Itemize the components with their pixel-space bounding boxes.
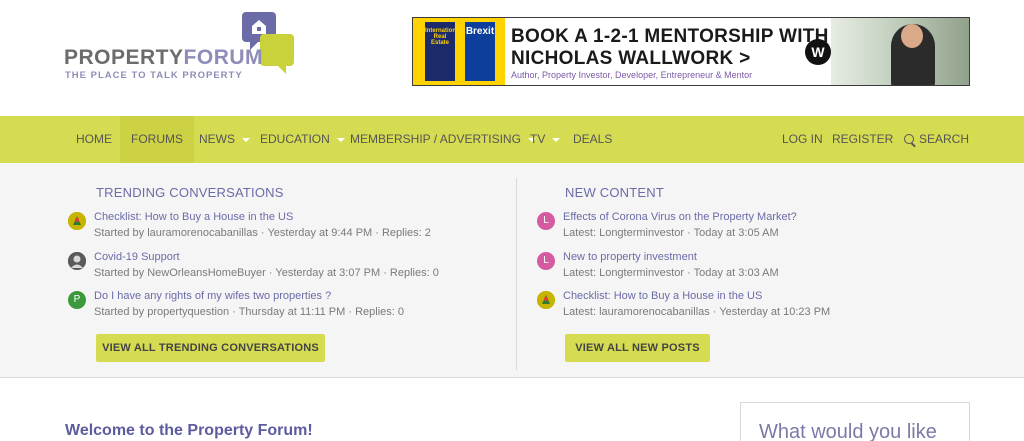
- banner-books-image: International Real Estate Brexit: [413, 18, 505, 85]
- banner-headline-2: NICHOLAS WALLWORK >: [511, 48, 751, 69]
- nav-education-label: EDUCATION: [260, 132, 330, 146]
- avatar[interactable]: P: [68, 291, 86, 309]
- mentorship-banner-ad[interactable]: International Real Estate Brexit BOOK A …: [412, 17, 970, 86]
- nav-home[interactable]: HOME: [76, 116, 112, 163]
- nav-search-label: SEARCH: [919, 132, 970, 146]
- chevron-down-icon[interactable]: [242, 137, 250, 142]
- banner-person-photo: [831, 18, 969, 85]
- avatar-image-icon: [68, 252, 86, 270]
- list-item: L Effects of Corona Virus on the Propert…: [537, 211, 957, 246]
- logo-wordmark: PROPERTYFORUM: [64, 46, 263, 70]
- thread-meta: Latest: Longterminvestor · Today at 3:03…: [563, 267, 779, 279]
- welcome-heading: Welcome to the Property Forum!: [65, 422, 313, 439]
- list-item: P Do I have any rights of my wifes two p…: [68, 290, 488, 325]
- view-all-new-posts-button[interactable]: VIEW ALL NEW POSTS: [565, 334, 710, 362]
- nav-membership-label: MEMBERSHIP / ADVERTISING: [350, 132, 521, 146]
- book2-label: Brexit: [465, 26, 495, 37]
- sidebar-prompt-text: What would you like: [759, 421, 937, 441]
- nav-tv[interactable]: TV: [530, 116, 561, 163]
- thread-link[interactable]: Do I have any rights of my wifes two pro…: [94, 290, 331, 302]
- nav-education[interactable]: EDUCATION: [260, 116, 345, 163]
- thread-link[interactable]: Checklist: How to Buy a House in the US: [94, 211, 293, 223]
- list-item: Checklist: How to Buy a House in the US …: [537, 290, 957, 325]
- thread-meta: Started by lauramorenocabanillas · Yeste…: [94, 227, 431, 239]
- site-header: PROPERTYFORUM THE PLACE TO TALK PROPERTY…: [0, 0, 1024, 116]
- avatar[interactable]: [68, 252, 86, 270]
- avatar[interactable]: [68, 212, 86, 230]
- main-nav: HOME FORUMS NEWS EDUCATION MEMBERSHIP / …: [0, 116, 1024, 163]
- thread-link[interactable]: Effects of Corona Virus on the Property …: [563, 211, 797, 223]
- new-content-title: NEW CONTENT: [565, 185, 664, 200]
- nav-forums[interactable]: FORUMS: [120, 116, 194, 163]
- logo-word-forum: FORUM: [183, 46, 264, 69]
- banner-book-2: Brexit: [463, 20, 497, 83]
- view-all-trending-button[interactable]: VIEW ALL TRENDING CONVERSATIONS: [96, 334, 325, 362]
- banner-w-logo: W: [805, 39, 831, 65]
- site-logo[interactable]: PROPERTYFORUM THE PLACE TO TALK PROPERTY: [64, 12, 304, 82]
- avatar-image-icon: [68, 212, 86, 230]
- list-item: Checklist: How to Buy a House in the US …: [68, 211, 488, 246]
- nav-search[interactable]: SEARCH: [904, 116, 969, 163]
- nav-login[interactable]: LOG IN: [782, 116, 823, 163]
- search-icon: [904, 134, 914, 144]
- list-item: Covid-19 Support Started by NewOrleansHo…: [68, 251, 488, 286]
- logo-word-property: PROPERTY: [64, 46, 184, 69]
- list-item: L New to property investment Latest: Lon…: [537, 251, 957, 286]
- banner-book-1: International Real Estate: [423, 20, 462, 83]
- person-head: [901, 24, 923, 48]
- chevron-down-icon[interactable]: [336, 137, 345, 142]
- nav-membership[interactable]: MEMBERSHIP / ADVERTISING: [350, 116, 536, 163]
- banner-headline-1: BOOK A 1-2-1 MENTORSHIP WITH: [511, 26, 829, 47]
- thread-meta: Latest: lauramorenocabanillas · Yesterda…: [563, 306, 831, 318]
- trending-title: TRENDING CONVERSATIONS: [96, 185, 284, 200]
- thread-meta: Started by propertyquestion · Thursday a…: [94, 306, 404, 318]
- thread-link[interactable]: New to property investment: [563, 251, 697, 263]
- nav-tv-label: TV: [530, 132, 546, 146]
- avatar-image-icon: [537, 291, 555, 309]
- logo-tagline: THE PLACE TO TALK PROPERTY: [65, 70, 243, 81]
- nav-news[interactable]: NEWS: [199, 116, 250, 163]
- avatar[interactable]: [537, 291, 555, 309]
- sidebar-prompt-box: What would you like: [740, 402, 970, 441]
- nav-news-label: NEWS: [199, 132, 235, 146]
- banner-subline: Author, Property Investor, Developer, En…: [511, 70, 753, 80]
- avatar[interactable]: L: [537, 252, 555, 270]
- thread-meta: Started by NewOrleansHomeBuyer · Yesterd…: [94, 267, 439, 279]
- column-divider: [516, 178, 517, 370]
- thread-link[interactable]: Covid-19 Support: [94, 251, 180, 263]
- nav-deals[interactable]: DEALS: [573, 116, 612, 163]
- chevron-down-icon[interactable]: [552, 137, 561, 142]
- nav-register[interactable]: REGISTER: [832, 116, 893, 163]
- discussion-panel: TRENDING CONVERSATIONS Checklist: How to…: [0, 163, 1024, 378]
- thread-link[interactable]: Checklist: How to Buy a House in the US: [563, 290, 762, 302]
- book1-label: International Real Estate: [425, 28, 462, 46]
- avatar[interactable]: L: [537, 212, 555, 230]
- thread-meta: Latest: Longterminvestor · Today at 3:05…: [563, 227, 779, 239]
